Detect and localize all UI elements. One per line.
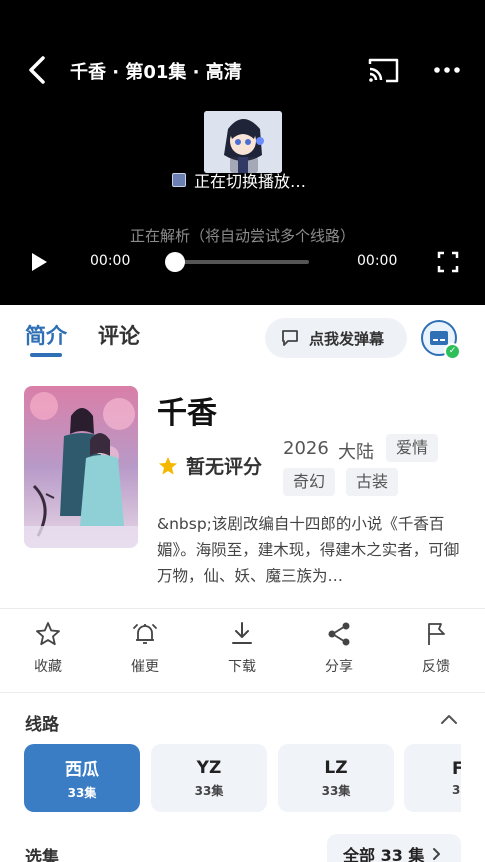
divider bbox=[0, 692, 485, 693]
download-button[interactable]: 下载 bbox=[207, 620, 277, 676]
route-name: LZ bbox=[324, 757, 348, 778]
send-danmu-label: 点我发弹幕 bbox=[309, 329, 385, 348]
switching-text: 正在切换播放… bbox=[194, 172, 307, 191]
route-episode-count: 33集 bbox=[194, 783, 224, 798]
remind-update-label: 催更 bbox=[131, 659, 159, 675]
star-outline-icon bbox=[36, 622, 60, 646]
download-icon bbox=[232, 622, 252, 644]
tag-chip[interactable]: 奇幻 bbox=[283, 468, 336, 496]
star-icon bbox=[159, 456, 177, 474]
tag-chip[interactable]: 古装 bbox=[346, 468, 399, 496]
chevron-up-icon[interactable] bbox=[440, 712, 458, 726]
remind-update-button[interactable]: 催更 bbox=[110, 620, 180, 676]
drama-description[interactable]: &nbsp;该剧改编自十四郎的小说《千香百媚》。海陨至，建木现，得建木之实者，可… bbox=[157, 511, 462, 589]
video-thumbnail bbox=[204, 111, 282, 173]
drama-year: 2026 bbox=[283, 438, 329, 459]
all-episodes-button[interactable]: 全部 33 集 bbox=[327, 834, 461, 862]
fullscreen-icon[interactable] bbox=[436, 250, 460, 274]
current-time: 00:00 bbox=[90, 253, 131, 269]
route-option-yz[interactable]: YZ 33集 bbox=[151, 744, 267, 812]
more-options-icon[interactable] bbox=[432, 56, 462, 84]
download-label: 下载 bbox=[228, 659, 256, 675]
favorite-button[interactable]: 收藏 bbox=[13, 620, 83, 676]
source-icon bbox=[172, 173, 186, 187]
cast-icon[interactable] bbox=[366, 55, 400, 85]
route-name: 西瓜 bbox=[65, 760, 99, 780]
tab-intro[interactable]: 简介 bbox=[25, 320, 67, 350]
check-icon: ✓ bbox=[444, 343, 461, 360]
route-option-xigua[interactable]: 西瓜 33集 bbox=[24, 744, 140, 812]
route-episode-count: 33集 bbox=[67, 786, 97, 800]
share-label: 分享 bbox=[325, 659, 353, 675]
total-time: 00:00 bbox=[357, 253, 398, 269]
progress-track[interactable] bbox=[175, 260, 309, 264]
route-episode-count: 33 bbox=[452, 783, 461, 797]
routes-title: 线路 bbox=[25, 715, 59, 735]
flag-icon bbox=[428, 623, 445, 645]
drama-title: 千香 bbox=[157, 396, 217, 431]
route-name: F bbox=[452, 759, 461, 779]
progress-handle[interactable] bbox=[165, 252, 185, 272]
route-option-f[interactable]: F 33 bbox=[404, 744, 461, 812]
parsing-status: 正在解析（将自动尝试多个线路） bbox=[129, 227, 355, 245]
share-button[interactable]: 分享 bbox=[304, 620, 374, 676]
feedback-button[interactable]: 反馈 bbox=[401, 620, 471, 676]
all-episodes-label: 全部 33 集 bbox=[343, 846, 425, 862]
bell-icon bbox=[133, 624, 157, 644]
send-danmu-button[interactable]: 点我发弹幕 bbox=[265, 318, 407, 358]
switching-status: 正在切换播放… bbox=[172, 168, 306, 192]
back-arrow-icon[interactable] bbox=[22, 54, 52, 86]
feedback-label: 反馈 bbox=[422, 659, 450, 675]
play-icon[interactable] bbox=[28, 250, 50, 274]
route-option-lz[interactable]: LZ 33集 bbox=[278, 744, 394, 812]
share-icon bbox=[328, 622, 350, 646]
tag-chip[interactable]: 爱情 bbox=[386, 434, 439, 462]
drama-poster[interactable] bbox=[24, 386, 138, 548]
chevron-right-icon bbox=[433, 848, 441, 860]
video-player[interactable]: 千香 · 第01集 · 高清 正在切换播放… 正在解析（将自动尝试多个线路） 0… bbox=[0, 0, 485, 305]
episodes-title: 选集 bbox=[25, 848, 59, 862]
rating-text: 暂无评分 bbox=[186, 456, 263, 478]
comment-icon bbox=[282, 330, 298, 346]
divider bbox=[0, 608, 485, 609]
player-title: 千香 · 第01集 · 高清 bbox=[70, 62, 242, 83]
drama-rating: 暂无评分 bbox=[158, 452, 262, 479]
tab-active-indicator bbox=[30, 353, 62, 357]
tab-comments[interactable]: 评论 bbox=[98, 320, 140, 350]
drama-region: 大陆 bbox=[338, 442, 374, 463]
favorite-label: 收藏 bbox=[34, 659, 62, 675]
route-name: YZ bbox=[196, 757, 222, 778]
route-episode-count: 33集 bbox=[321, 783, 351, 798]
subtitle-icon bbox=[430, 331, 448, 345]
